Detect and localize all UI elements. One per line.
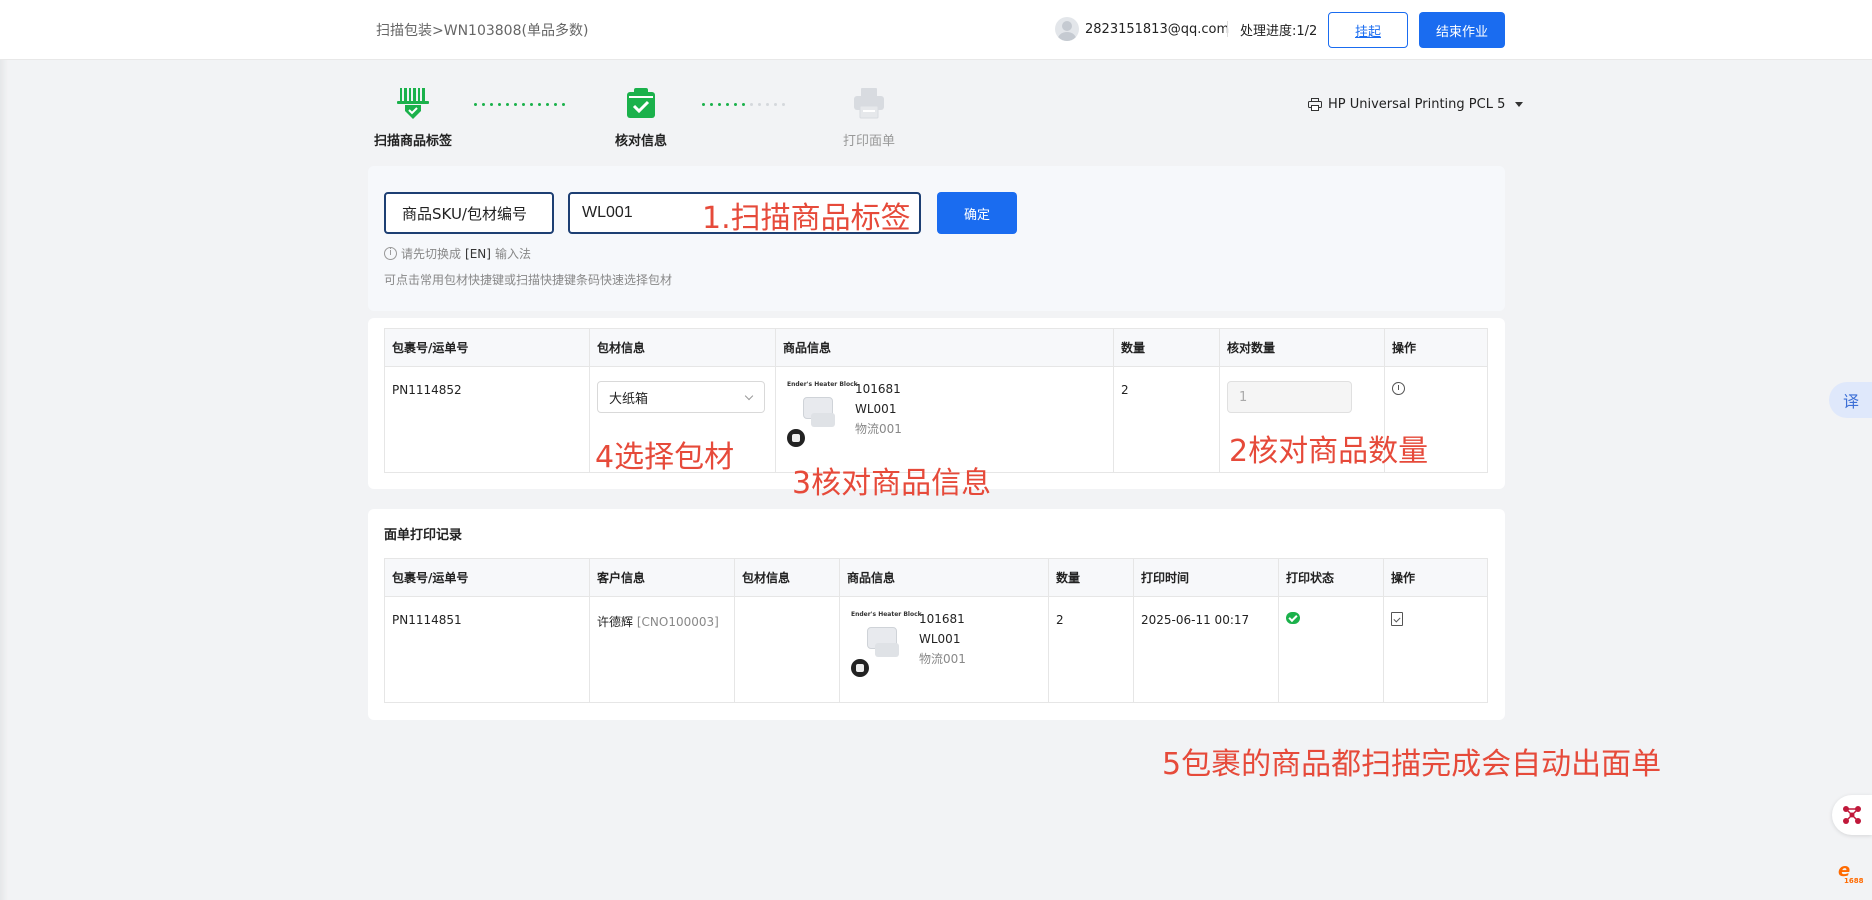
hexagon-info-icon[interactable] xyxy=(1392,382,1405,395)
printer-icon xyxy=(852,86,886,120)
top-bar: 扫描包装>WN103808(单品多数) 2823151813@qq.com 处理… xyxy=(0,0,1872,60)
step-connector-1 xyxy=(474,103,570,107)
step-print-label: 打印面单 xyxy=(819,86,919,149)
print-record-table: 包裹号/运单号 客户信息 包材信息 商品信息 数量 打印时间 打印状态 操作 P… xyxy=(384,558,1488,703)
package-no: PN1114852 xyxy=(384,366,590,473)
avatar[interactable] xyxy=(1055,17,1079,41)
col-customer: 客户信息 xyxy=(589,558,735,597)
col-qty: 数量 xyxy=(1048,558,1134,597)
left-edge-shadow xyxy=(0,60,8,900)
col-packing: 包材信息 xyxy=(589,328,776,367)
product-id: 101681 xyxy=(855,382,901,396)
col-package-no: 包裹号/运单号 xyxy=(384,558,590,597)
qty: 2 xyxy=(1113,366,1220,473)
col-product: 商品信息 xyxy=(839,558,1049,597)
packing-hint: 可点击常用包材快捷键或扫描快捷键条码快速选择包材 xyxy=(384,273,673,287)
annotation-3: 3核对商品信息 xyxy=(792,466,992,501)
annotation-5: 5包裹的商品都扫描完成会自动出面单 xyxy=(1162,747,1662,782)
hang-button[interactable]: 挂起 xyxy=(1328,12,1408,48)
step-label: 核对信息 xyxy=(614,134,667,149)
product-thumbnail[interactable]: Ender's Heater Block xyxy=(783,379,858,449)
finish-job-button[interactable]: 结束作业 xyxy=(1419,12,1505,48)
product-logistics: 物流001 xyxy=(919,652,966,666)
info-icon: i xyxy=(384,247,397,260)
product-cell: Ender's Heater Block 101681 WL001 物流001 xyxy=(839,596,1049,703)
barcode-scan-icon xyxy=(396,86,430,120)
scan-panel xyxy=(368,166,1505,311)
qty: 2 xyxy=(1048,596,1134,703)
step-scan-label: 扫描商品标签 xyxy=(363,86,463,149)
step-verify-info: 核对信息 xyxy=(591,86,691,149)
user-info[interactable]: 2823151813@qq.com xyxy=(1055,17,1229,41)
printer-badge-icon xyxy=(785,427,807,449)
col-actions: 操作 xyxy=(1383,558,1488,597)
product-id: 101681 xyxy=(919,612,965,626)
translate-button[interactable]: 译 xyxy=(1829,382,1872,418)
product-sku: WL001 xyxy=(919,632,961,646)
network-icon xyxy=(1842,805,1862,825)
clipboard-check-icon xyxy=(624,86,658,120)
col-package-no: 包裹号/运单号 xyxy=(384,328,590,367)
chevron-down-icon xyxy=(744,391,754,401)
printer-icon xyxy=(1308,98,1322,111)
confirm-button[interactable]: 确定 xyxy=(937,192,1017,234)
breadcrumb[interactable]: 扫描包装>WN103808(单品多数) xyxy=(376,20,588,40)
annotation-2: 2核对商品数量 xyxy=(1229,434,1429,469)
col-print-time: 打印时间 xyxy=(1133,558,1279,597)
print-record-title: 面单打印记录 xyxy=(384,528,463,543)
user-email: 2823151813@qq.com xyxy=(1085,21,1230,37)
step-label: 打印面单 xyxy=(842,134,895,149)
product-thumbnail[interactable]: Ender's Heater Block xyxy=(847,609,922,679)
step-connector-2 xyxy=(702,103,790,107)
col-actions: 操作 xyxy=(1384,328,1488,367)
scan-mode-select[interactable]: 商品SKU/包材编号 xyxy=(384,192,554,234)
col-qty: 数量 xyxy=(1113,328,1220,367)
customer-name: 许德辉 xyxy=(597,615,634,629)
annotation-4: 4选择包材 xyxy=(595,440,735,475)
ime-hint: i 请先切换成 [EN] 输入法 xyxy=(384,245,531,262)
printer-name: HP Universal Printing PCL 5 xyxy=(1328,97,1506,112)
annotation-1: 1.扫描商品标签 xyxy=(702,201,911,236)
printer-badge-icon xyxy=(849,657,871,679)
actions-cell xyxy=(1384,597,1488,703)
print-status-cell xyxy=(1278,596,1384,703)
print-success-icon xyxy=(1286,612,1300,624)
print-time: 2025-06-11 00:17 xyxy=(1133,596,1279,703)
product-logistics: 物流001 xyxy=(855,422,902,436)
packing-cell xyxy=(734,596,840,703)
product-cell: Ender's Heater Block 101681 WL001 物流001 xyxy=(775,366,1114,473)
caret-down-icon xyxy=(1515,102,1524,107)
reprint-icon[interactable] xyxy=(1391,612,1403,626)
logo-1688-icon[interactable]: e 1688 xyxy=(1838,860,1872,890)
product-sku: WL001 xyxy=(855,402,897,416)
step-label: 扫描商品标签 xyxy=(373,134,452,149)
customer-code: [CNO100003] xyxy=(636,615,719,629)
customer-cell: 许德辉 [CNO100003] xyxy=(589,596,735,703)
printer-select[interactable]: HP Universal Printing PCL 5 xyxy=(1308,97,1524,112)
table-row: PN1114851 许德辉 [CNO100003] Ender's Heater… xyxy=(384,596,1488,703)
col-checked-qty: 核对数量 xyxy=(1219,328,1385,367)
divider xyxy=(1227,21,1228,37)
col-packing: 包材信息 xyxy=(734,558,840,597)
col-product: 商品信息 xyxy=(775,328,1114,367)
packing-material-select[interactable]: 大纸箱 xyxy=(597,381,765,413)
ai-assistant-button[interactable] xyxy=(1832,795,1872,835)
checked-qty-input[interactable]: 1 xyxy=(1227,381,1352,413)
progress-text: 处理进度:1/2 xyxy=(1240,24,1318,39)
package-no: PN1114851 xyxy=(384,596,590,703)
col-print-status: 打印状态 xyxy=(1278,558,1384,597)
